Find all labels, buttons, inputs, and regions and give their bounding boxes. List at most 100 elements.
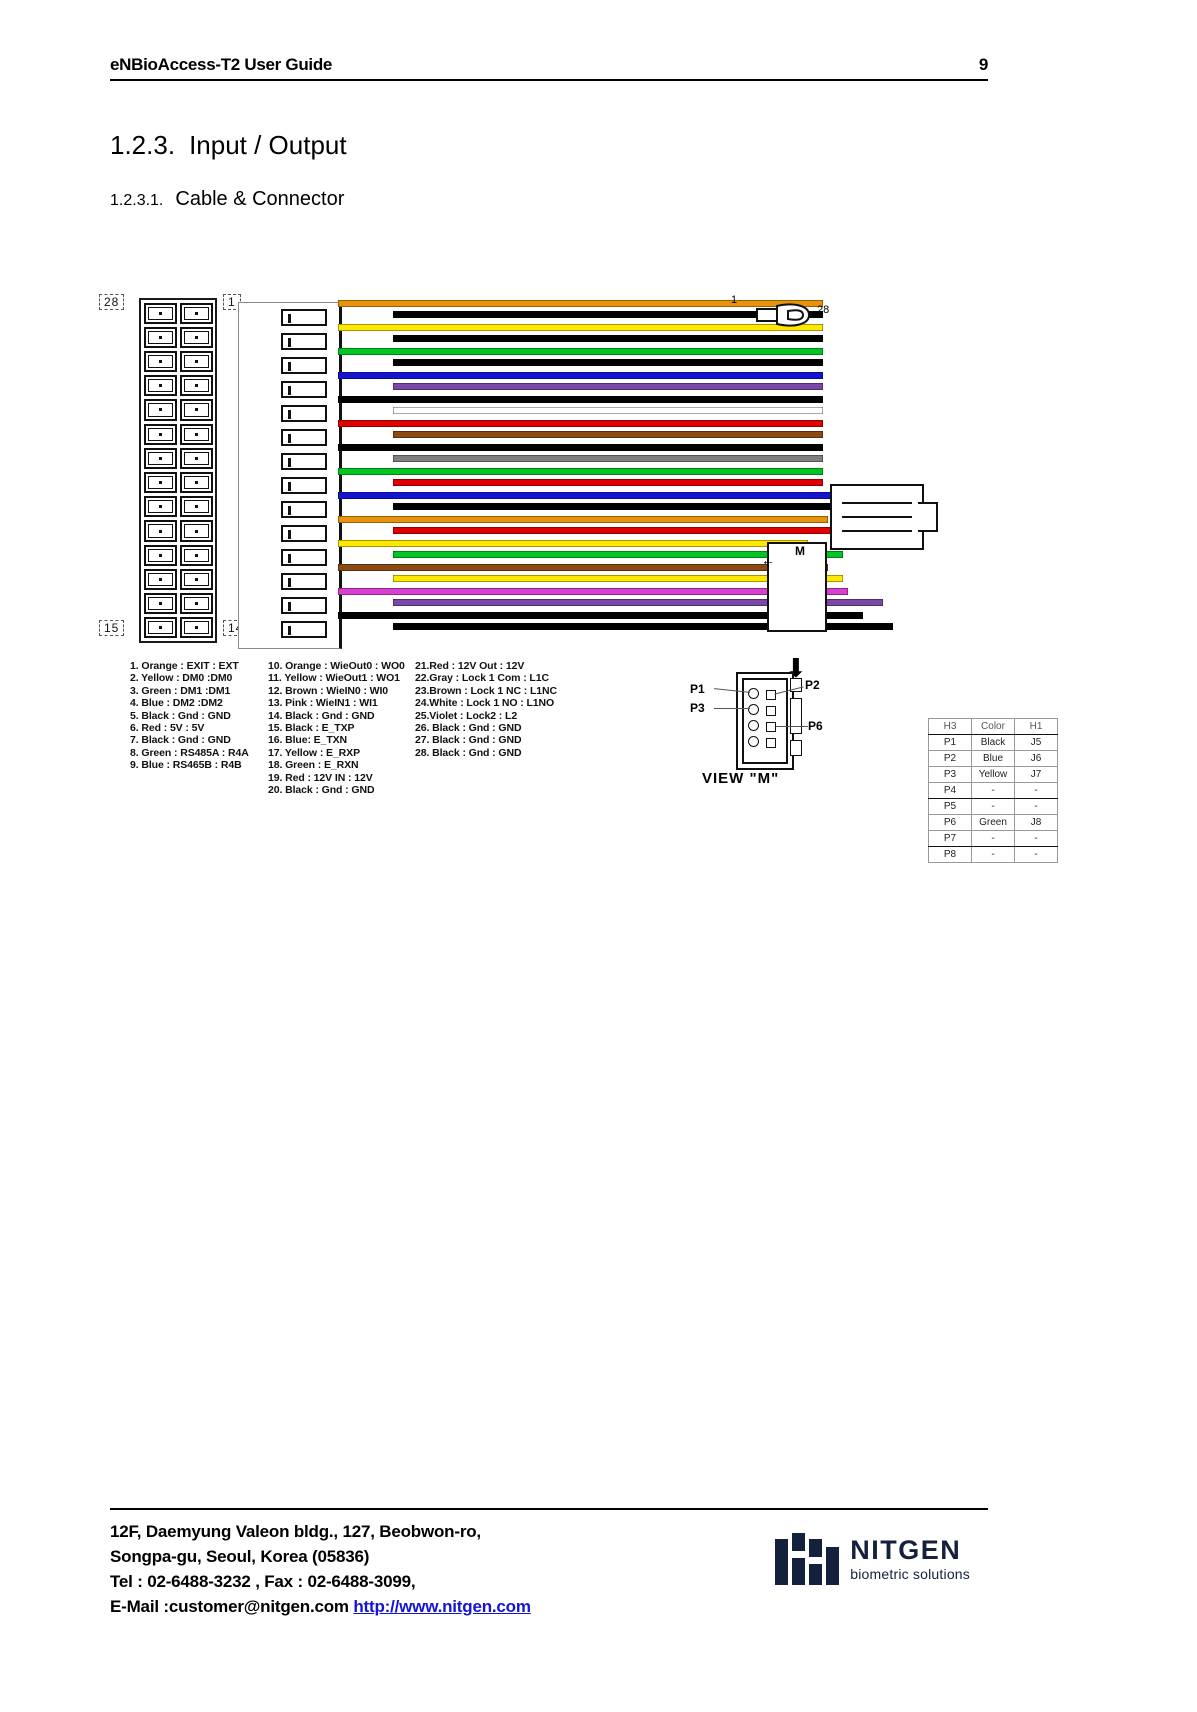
- connector-pin: [179, 423, 213, 445]
- table-row: P2 Blue J6: [928, 750, 1058, 767]
- view-m-pin-p6: [766, 722, 776, 732]
- legend-item-7: 16. Blue: E_TXN: [268, 734, 348, 747]
- view-m-hole-p3: [748, 704, 759, 715]
- wire-strand: [338, 372, 823, 379]
- view-m-hole-5: [748, 720, 759, 731]
- table-cell-pin: P4: [928, 782, 972, 799]
- callout-m-label: M: [795, 544, 805, 558]
- legend-item-5: 5. Black : Gnd : GND: [130, 709, 231, 722]
- wire-index-last: 28: [817, 304, 830, 316]
- table-cell-pin: P1: [928, 734, 972, 751]
- legend-item-9: 18. Green : E_RXN: [268, 759, 359, 772]
- connector-slot: [281, 333, 327, 350]
- connector-pin: [143, 350, 177, 373]
- connector-pin: [143, 617, 177, 639]
- table-header-row: H3 Color H1: [928, 718, 1058, 735]
- connector-pin: [143, 399, 177, 421]
- legend-item-6: 15. Black : E_TXP: [268, 722, 355, 735]
- connector-slot: [281, 453, 327, 470]
- view-m-label-p3: P3: [690, 701, 705, 715]
- legend-item-2: 2. Yellow : DM0 :DM0: [130, 672, 233, 685]
- header-divider: [110, 79, 988, 81]
- footer-divider: [110, 1508, 988, 1510]
- legend-item-6: 6. Red : 5V : 5V: [130, 722, 205, 735]
- connector-pin: [179, 447, 213, 469]
- page-header: eNBioAccess-T2 User Guide 9: [110, 55, 988, 81]
- legend-item-1: 21.Red : 12V Out : 12V: [415, 660, 525, 672]
- view-m-side-tab-mid: [790, 698, 802, 734]
- legend-item-11: 20. Black : Gnd : GND: [268, 784, 375, 797]
- footer-line-1: 12F, Daemyung Valeon bldg., 127, Beobwon…: [110, 1522, 481, 1541]
- connector-slot: [281, 525, 327, 542]
- table-header-h3: H3: [928, 718, 972, 735]
- header-title: eNBioAccess-T2 User Guide: [110, 55, 333, 74]
- connector-slot: [281, 621, 327, 638]
- connector-slot: [281, 357, 327, 374]
- connector-label-15: 15: [99, 620, 125, 636]
- footer-line-2: Songpa-gu, Seoul, Korea (05836): [110, 1547, 370, 1566]
- wire-strand: [393, 383, 823, 390]
- connector-pin: [143, 496, 177, 518]
- table-cell-h1: J6: [1014, 750, 1058, 767]
- wire-strand: [393, 359, 823, 366]
- legend-item-8: 8. Green : RS485A : R4A: [130, 746, 249, 759]
- connector-slot: [281, 549, 327, 566]
- connector-pin: [143, 471, 177, 494]
- table-cell-color: -: [971, 798, 1015, 815]
- legend-item-7: 27. Black : Gnd : GND: [415, 734, 522, 747]
- connector-pin: [143, 520, 177, 542]
- table-cell-color: Yellow: [971, 766, 1015, 783]
- wire-strand: [393, 527, 843, 534]
- legend-item-5: 14. Black : Gnd : GND: [268, 709, 375, 722]
- connector-pin: [179, 520, 213, 542]
- footer-line-3: Tel : 02-6488-3232 , Fax : 02-6488-3099,: [110, 1572, 416, 1591]
- legend-item-6: 26. Black : Gnd : GND: [415, 722, 522, 735]
- page-title: 1.2.3. Input / Output: [110, 130, 347, 161]
- legend-item-3: 3. Green : DM1 :DM1: [130, 684, 231, 697]
- wire-index-first: 1: [731, 294, 738, 306]
- footer-line-4: E-Mail :customer@nitgen.com http://www.n…: [110, 1594, 531, 1619]
- table-row: P1 Black J5: [928, 734, 1058, 751]
- logo-tagline: biometric solutions: [850, 1566, 970, 1582]
- connector-pin: [179, 350, 213, 373]
- table-row: P4- -: [928, 782, 1058, 799]
- table-cell-h1: J5: [1014, 734, 1058, 751]
- wire-legend-column-2: 10. Orange : WieOut0 : WO0 11. Yellow : W…: [268, 660, 405, 796]
- document-page: eNBioAccess-T2 User Guide 9 1.2.3. Input …: [0, 0, 1197, 1712]
- connector-slot: [281, 597, 327, 614]
- table-cell-h1: -: [1014, 782, 1058, 799]
- wire-strand: [393, 479, 823, 486]
- wire-strand: [393, 455, 823, 462]
- pin-mapping-table: H3 Color H1 P1 Black J5 P2 Blue J6 P3 Yellow J7 P…: [928, 718, 1058, 863]
- connector-pin: [143, 593, 177, 615]
- legend-item-3: 12. Brown : WieIN0 : WI0: [268, 684, 389, 697]
- connector-pin: [179, 471, 213, 494]
- jack-latch-icon: [918, 502, 938, 532]
- table-row: P8- -: [928, 846, 1058, 863]
- footer-website-link[interactable]: http://www.nitgen.com: [353, 1597, 531, 1616]
- connector-pin: [143, 326, 177, 348]
- connector-pin: [143, 568, 177, 591]
- connector-pin: [143, 544, 177, 566]
- wire-strand: [338, 420, 823, 427]
- wire-strand: [338, 516, 828, 523]
- table-cell-h1: -: [1014, 830, 1058, 847]
- connector-pin: [179, 399, 213, 421]
- view-m-pin-4: [766, 706, 776, 716]
- connector-pin: [143, 302, 177, 324]
- connector-slot: [281, 573, 327, 590]
- section-number: 1.2.3.: [110, 130, 176, 160]
- header-page-number: 9: [978, 55, 988, 74]
- connector-slot: [281, 381, 327, 398]
- footer-address: 12F, Daemyung Valeon bldg., 127, Beobwon…: [110, 1519, 531, 1619]
- section-title: Input / Output: [189, 130, 347, 160]
- wire-strand: [393, 431, 823, 438]
- subsection-label: Cable & Connector: [175, 188, 345, 210]
- connector-pin: [179, 617, 213, 639]
- table-cell-h1: -: [1014, 846, 1058, 863]
- legend-item-2: 22.Gray : Lock 1 Com : L1C: [415, 672, 549, 685]
- table-row: P7- -: [928, 830, 1058, 847]
- view-m-pin-p2: [766, 690, 776, 700]
- view-m-hole-7: [748, 736, 759, 747]
- table-cell-pin: P7: [928, 830, 972, 847]
